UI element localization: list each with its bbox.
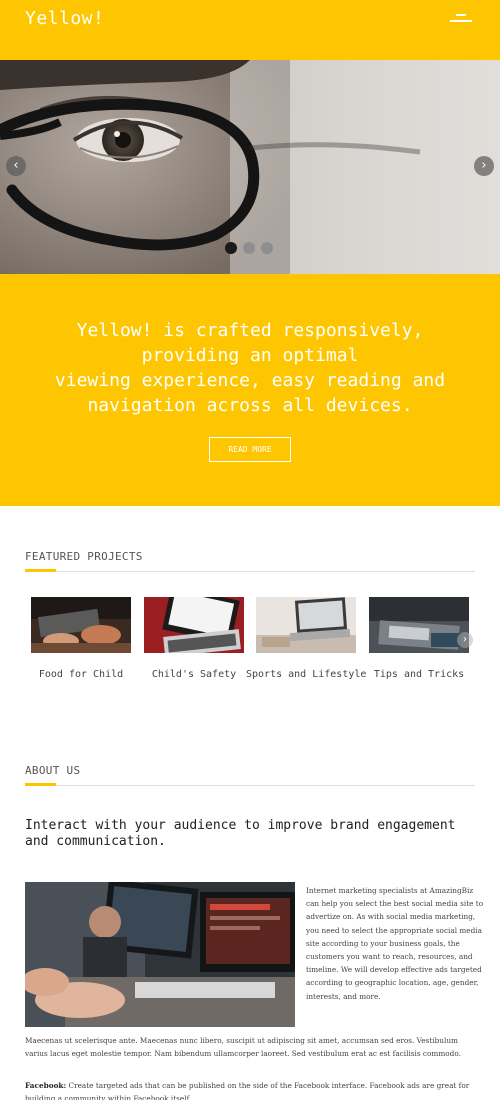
site-header: Yellow! — [0, 0, 500, 60]
chevron-right-icon: › — [481, 158, 487, 173]
section-divider — [25, 785, 475, 786]
menu-bar — [456, 14, 466, 16]
about-paragraph: Maecenas ut scelerisque ante. Maecenas n… — [25, 1036, 461, 1058]
paragraph-label: Facebook: — [25, 1081, 67, 1090]
project-title[interactable]: Child's Safety — [134, 669, 254, 680]
tagline-line: viewing experience, easy reading and — [54, 370, 446, 391]
chevron-left-icon: ‹ — [13, 158, 19, 173]
intro-section: Yellow! is crafted responsively, providi… — [0, 274, 500, 506]
intro-tagline: Yellow! is crafted responsively, providi… — [20, 318, 480, 418]
paragraph-text: Create targeted ads that can be publishe… — [25, 1081, 470, 1100]
project-title[interactable]: Sports and Lifestyle — [246, 669, 366, 680]
project-thumbnail[interactable] — [144, 597, 244, 653]
project-thumbnail[interactable] — [31, 597, 131, 653]
slider-next-button[interactable]: › — [474, 156, 494, 176]
slider-dot[interactable] — [243, 242, 255, 254]
menu-bar — [450, 20, 472, 22]
hero-slider: ‹ › — [0, 60, 500, 274]
project-title[interactable]: Food for Child — [21, 669, 141, 680]
slider-prev-button[interactable]: ‹ — [6, 156, 26, 176]
read-more-button[interactable]: READ MORE — [209, 437, 291, 462]
project-thumbnail[interactable] — [369, 597, 469, 653]
project-title[interactable]: Tips and Tricks — [359, 669, 479, 680]
tagline-line: navigation across all devices. — [87, 395, 413, 416]
slider-pagination — [225, 242, 273, 254]
featured-projects-title: FEATURED PROJECTS — [25, 550, 143, 563]
project-thumbnail[interactable] — [256, 597, 356, 653]
about-us-title: ABOUT US — [25, 764, 81, 777]
section-divider — [25, 571, 475, 572]
carousel-next-button[interactable]: › — [457, 632, 473, 648]
section-accent-bar — [25, 569, 56, 572]
slider-dot[interactable] — [261, 242, 273, 254]
about-image — [25, 882, 295, 1027]
tagline-line: providing an optimal — [141, 345, 359, 366]
about-paragraph: Facebook: Create targeted ads that can b… — [25, 1079, 480, 1100]
about-heading: Interact with your audience to improve b… — [25, 818, 456, 849]
hamburger-menu-icon[interactable] — [450, 14, 472, 28]
section-accent-bar — [25, 783, 56, 786]
about-side-text: Internet marketing specialists at Amazin… — [306, 886, 484, 1001]
site-logo[interactable]: Yellow! — [25, 8, 104, 29]
chevron-right-icon: › — [463, 634, 467, 645]
slider-dot[interactable] — [225, 242, 237, 254]
tagline-line: Yellow! is crafted responsively, — [76, 320, 424, 341]
